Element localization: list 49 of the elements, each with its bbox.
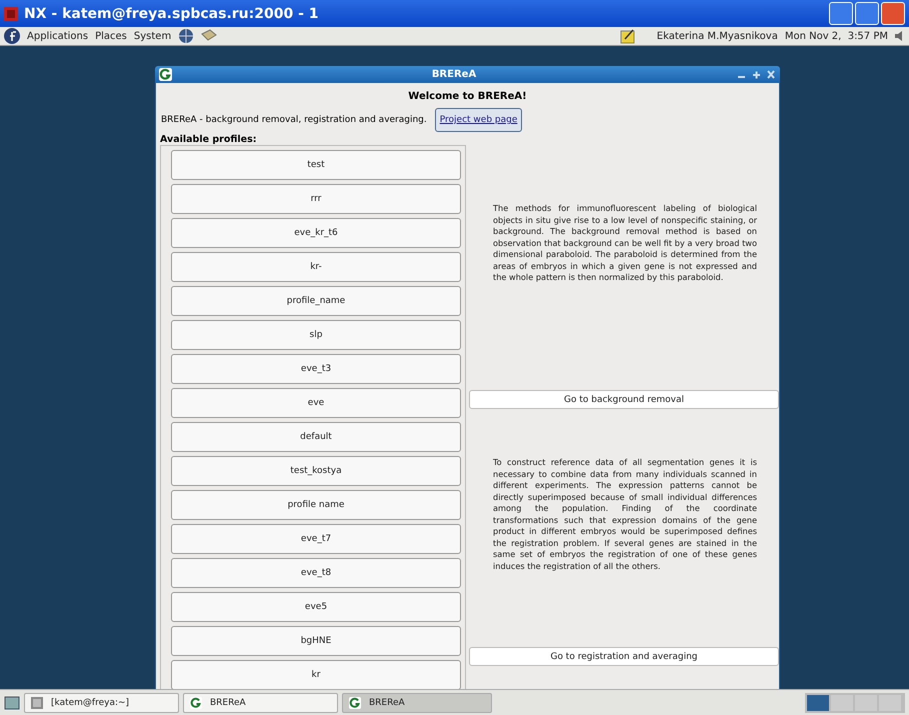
- app-icon: [190, 696, 202, 708]
- profile-button[interactable]: kr: [171, 660, 461, 689]
- taskbar-button[interactable]: BREReA: [342, 692, 492, 712]
- info-paragraph: To construct reference data of all segmentation genes it is necessary to combine data from many individuals scanned in different experiments. The expression patterns cannot be directly superimposed because of small individual differences among the population. Finding of the coordinate transformations such that expression domains of the gene product in different embryos would be superimposed defines the registration problem. If several genes are stained in the same set of embryos the registration of one of these genes induces the registration of all the others.: [493, 457, 757, 573]
- close-button[interactable]: [881, 2, 905, 25]
- clock[interactable]: Mon Nov 2, 3:57 PM: [784, 30, 888, 42]
- profiles-label: Available profiles:: [159, 133, 258, 145]
- profile-button[interactable]: rrr: [171, 184, 461, 214]
- profile-button[interactable]: bgHNE: [171, 626, 461, 656]
- speaker-icon[interactable]: [895, 30, 905, 42]
- profile-button[interactable]: test: [171, 150, 461, 180]
- minimize-button[interactable]: [829, 2, 853, 25]
- profile-button[interactable]: default: [171, 422, 461, 452]
- profile-button[interactable]: profile_name: [171, 286, 461, 316]
- taskbar-button[interactable]: [katem@freya:~]: [24, 692, 179, 712]
- panel-menu[interactable]: Places: [95, 30, 127, 42]
- action-button[interactable]: Go to background removal: [469, 390, 779, 409]
- app-title: BREReA: [430, 69, 478, 80]
- window-controls-icon[interactable]: [736, 70, 776, 80]
- note-icon[interactable]: [620, 28, 636, 44]
- profile-button[interactable]: test_kostya: [171, 456, 461, 486]
- panel-menu[interactable]: System: [134, 30, 172, 42]
- terminal-icon: [31, 696, 43, 708]
- globe-icon[interactable]: [178, 28, 194, 44]
- workspace-switcher-icon[interactable]: [805, 692, 905, 712]
- app-icon: [159, 68, 172, 81]
- profile-button[interactable]: eve5: [171, 592, 461, 622]
- app-icon: [349, 696, 361, 708]
- profile-button[interactable]: eve_t8: [171, 558, 461, 588]
- show-desktop-icon[interactable]: [4, 694, 20, 710]
- profile-button[interactable]: slp: [171, 320, 461, 350]
- maximize-button[interactable]: [855, 2, 879, 25]
- welcome-heading: Welcome to BREReA!: [407, 90, 528, 104]
- profile-button[interactable]: eve_t7: [171, 524, 461, 554]
- profile-button[interactable]: profile name: [171, 490, 461, 520]
- info-paragraph: The methods for immunofluorescent labeling of biological objects in situ give rise to a low level of nonspecific staining, or background. The background removal method is based on observation that background can be well fit by a very broad two dimensional paraboloid. The paraboloid is determined from the areas of embryos in which a given gene is not expressed and the whole pattern is then normalized by this paraboloid.: [493, 203, 757, 284]
- nx-logo-icon: [4, 6, 18, 20]
- profile-button[interactable]: eve: [171, 388, 461, 418]
- user-name[interactable]: Ekaterina M.Myasnikova: [656, 30, 778, 42]
- profile-button[interactable]: kr-: [171, 252, 461, 282]
- profile-button[interactable]: eve_t3: [171, 354, 461, 384]
- description-text: BREReA - background removal, registration and averaging.: [161, 115, 427, 125]
- fedora-logo-icon[interactable]: [4, 28, 20, 44]
- taskbar-button[interactable]: BREReA: [183, 692, 338, 712]
- action-button[interactable]: Go to registration and averaging: [469, 647, 779, 666]
- window-title: NX - katem@freya.spbcas.ru:2000 - 1: [24, 6, 318, 22]
- profile-button[interactable]: eve_kr_t6: [171, 218, 461, 248]
- project-link[interactable]: Project web page: [434, 108, 522, 132]
- panel-menu[interactable]: Applications: [27, 30, 88, 42]
